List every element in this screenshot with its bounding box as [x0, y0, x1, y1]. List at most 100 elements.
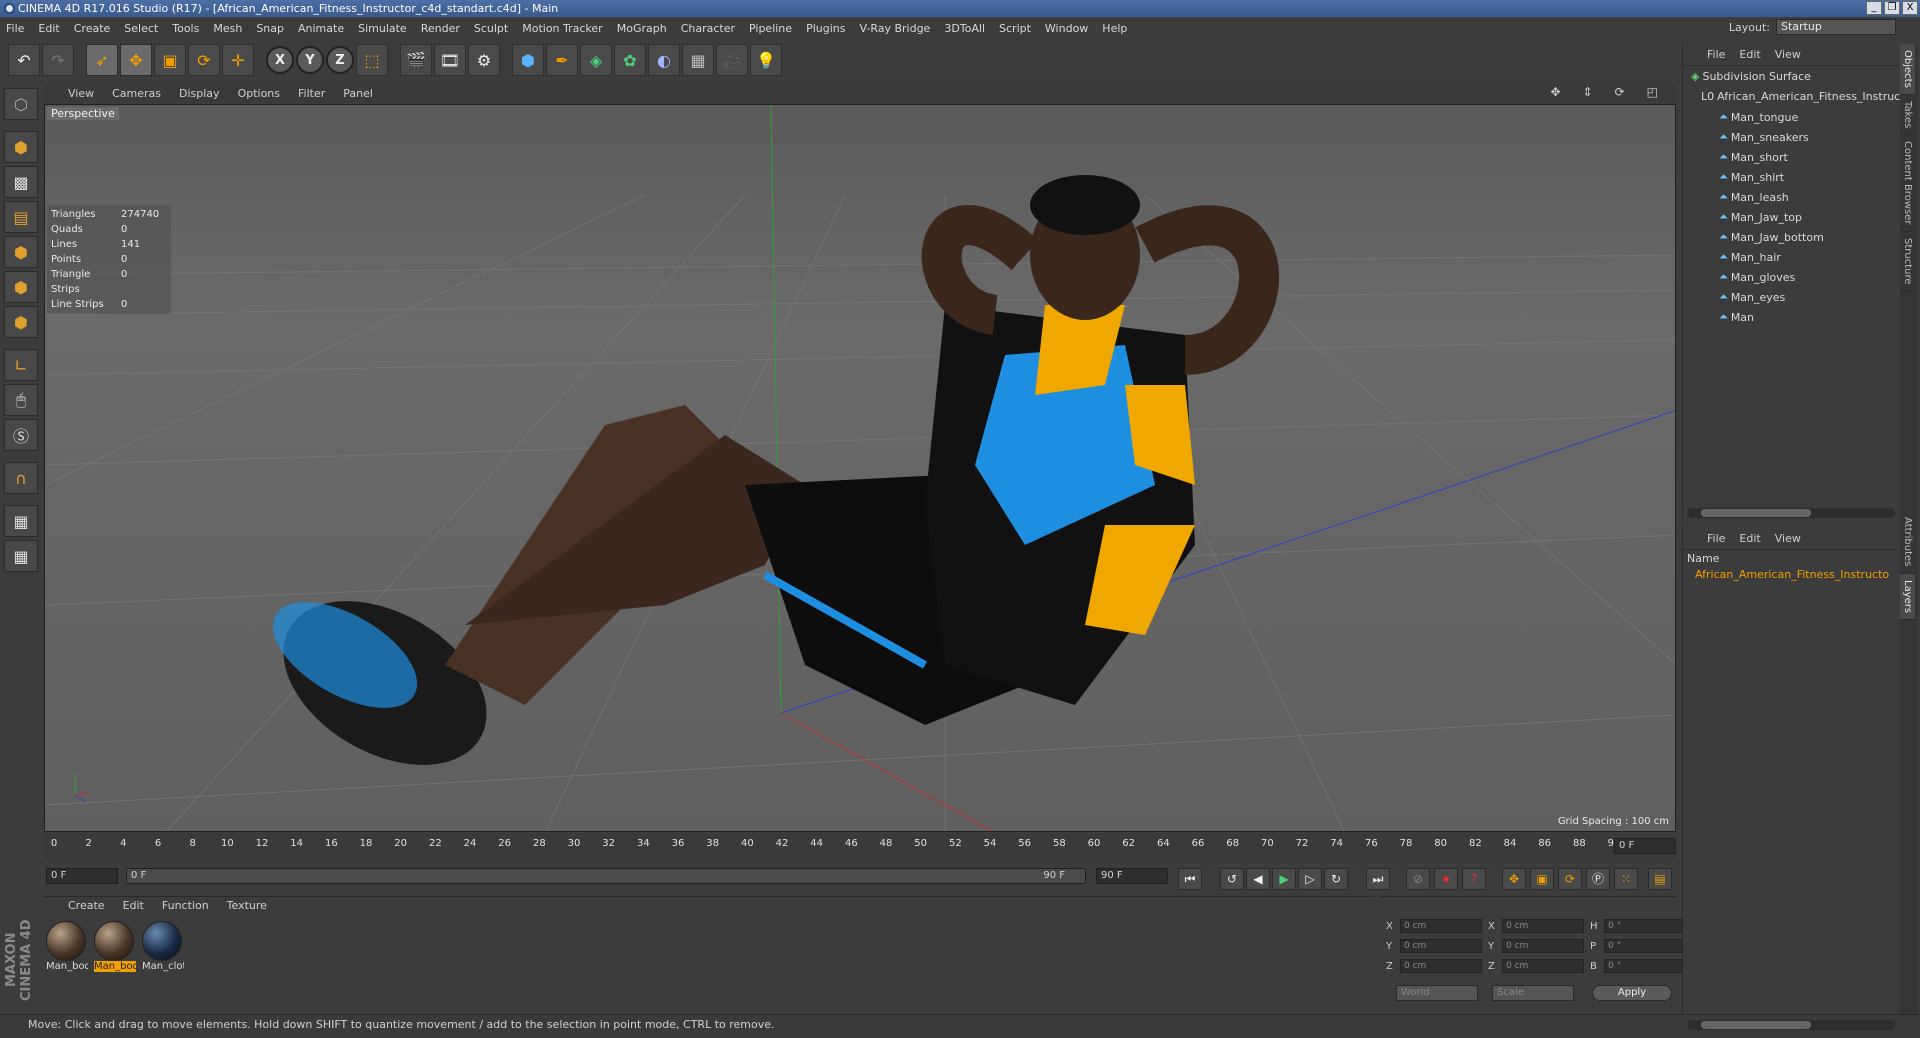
texture-mode-icon[interactable]: ▩	[4, 166, 38, 198]
cube-object-icon[interactable]: ⬢	[512, 44, 544, 76]
next-frame-icon[interactable]: ▷	[1298, 868, 1322, 890]
close-button[interactable]: X	[1902, 1, 1918, 15]
points-mode-icon[interactable]: ⬢	[4, 236, 38, 268]
timeline-window-icon[interactable]: ▤	[1648, 868, 1672, 890]
menu-create[interactable]: Create	[74, 22, 111, 35]
object-menu-edit[interactable]: Edit	[1739, 48, 1760, 61]
material-menu-function[interactable]: Function	[162, 899, 209, 912]
floor-icon[interactable]: ▦	[682, 44, 714, 76]
layer-item[interactable]: African_American_Fitness_Instructo	[1695, 568, 1889, 581]
edges-mode-icon[interactable]: ⬢	[4, 271, 38, 303]
tree-item-subdivision-surface[interactable]: ◈ Subdivision Surface	[1691, 70, 1811, 83]
start-frame-field[interactable]: 0 F	[46, 868, 118, 884]
pen-spline-icon[interactable]: ✒	[546, 44, 578, 76]
tree-item-object[interactable]: ⏶ Man_gloves	[1719, 270, 1795, 284]
material-swatch[interactable]: Man_clot	[142, 921, 184, 972]
material-menu-edit[interactable]: Edit	[123, 899, 144, 912]
transform-icon[interactable]: ✛	[222, 44, 254, 76]
subdivision-icon[interactable]: ◈	[580, 44, 612, 76]
menu-file[interactable]: File	[6, 22, 24, 35]
tab-structure[interactable]: Structure	[1900, 232, 1915, 292]
key-parameter-icon[interactable]: Ⓟ	[1586, 868, 1610, 890]
current-frame-field[interactable]: 0 F	[1614, 838, 1676, 854]
tree-item-object[interactable]: ⏶ Man_leash	[1719, 190, 1789, 204]
grid-snap-icon[interactable]: ▦	[4, 540, 38, 572]
material-swatch[interactable]: Man_bod	[94, 921, 136, 972]
menu-tools[interactable]: Tools	[172, 22, 199, 35]
layer-manager-scrollbar[interactable]	[1687, 1020, 1895, 1030]
menu-snap[interactable]: Snap	[256, 22, 284, 35]
polygons-mode-icon[interactable]: ⬢	[4, 306, 38, 338]
tweak-mode-icon[interactable]: 🖱	[4, 384, 38, 416]
viewport-menu-view[interactable]: View	[68, 87, 94, 100]
size-x-field[interactable]: 0 cm	[1502, 919, 1584, 933]
orbit-icon[interactable]: ⟳	[1615, 85, 1625, 99]
scale-icon[interactable]: ▣	[154, 44, 186, 76]
model-mode-icon[interactable]: ⬢	[4, 131, 38, 163]
object-menu-view[interactable]: View	[1775, 48, 1801, 61]
menu-mograph[interactable]: MoGraph	[617, 22, 667, 35]
apply-button[interactable]: Apply	[1592, 985, 1672, 1001]
position-z-field[interactable]: 0 cm	[1400, 959, 1482, 973]
layout-dropdown[interactable]: Startup	[1776, 19, 1896, 35]
go-to-end-icon[interactable]: ⏭	[1366, 868, 1390, 890]
minimize-button[interactable]: _	[1866, 1, 1882, 15]
timeline-ruler[interactable]: 0 2 4 6 8 10 12 14 16 18 20 22 24 26 28 30 32 34 36 38 40 42 4…	[44, 834, 1676, 860]
menu-3dtoall[interactable]: 3DToAll	[944, 22, 985, 35]
tab-takes[interactable]: Takes	[1900, 95, 1915, 136]
viewport-camera-label[interactable]: Perspective	[47, 107, 119, 120]
menu-simulate[interactable]: Simulate	[358, 22, 407, 35]
zoom-icon[interactable]: ⇕	[1583, 85, 1593, 99]
render-view-icon[interactable]: 🎬	[400, 44, 432, 76]
layer-menu-edit[interactable]: Edit	[1739, 532, 1760, 545]
play-icon[interactable]: ▶	[1272, 868, 1296, 890]
mograph-cloner-icon[interactable]: ✿	[614, 44, 646, 76]
tree-item-group[interactable]: L0 African_American_Fitness_Instruct	[1701, 90, 1905, 103]
maximize-view-icon[interactable]: ◰	[1647, 85, 1658, 99]
position-y-field[interactable]: 0 cm	[1400, 939, 1482, 953]
scrollbar-thumb[interactable]	[1701, 1021, 1811, 1029]
rotation-b-field[interactable]: 0 °	[1604, 959, 1686, 973]
undo-icon[interactable]: ↶	[8, 44, 40, 76]
previous-frame-icon[interactable]: ◀	[1246, 868, 1270, 890]
menu-vray-bridge[interactable]: V-Ray Bridge	[859, 22, 930, 35]
coordinate-mode-dropdown[interactable]: World	[1396, 985, 1478, 1001]
size-z-field[interactable]: 0 cm	[1502, 959, 1584, 973]
tab-content-browser[interactable]: Content Browser	[1900, 135, 1915, 232]
menu-help[interactable]: Help	[1102, 22, 1127, 35]
menu-character[interactable]: Character	[681, 22, 735, 35]
menu-edit[interactable]: Edit	[38, 22, 59, 35]
record-active-icon[interactable]: ⊘	[1406, 868, 1430, 890]
previous-key-icon[interactable]: ↺	[1220, 868, 1244, 890]
viewport-menu-cameras[interactable]: Cameras	[112, 87, 161, 100]
key-scale-icon[interactable]: ▣	[1530, 868, 1554, 890]
keyframe-selection-icon[interactable]: ?	[1462, 868, 1486, 890]
tab-attributes[interactable]: Attributes	[1900, 511, 1915, 574]
rotate-icon[interactable]: ⟳	[188, 44, 220, 76]
key-pla-icon[interactable]: ⁙	[1614, 868, 1638, 890]
end-frame-field[interactable]: 90 F	[1096, 868, 1168, 884]
menu-pipeline[interactable]: Pipeline	[749, 22, 792, 35]
viewport-menu-display[interactable]: Display	[179, 87, 220, 100]
x-axis-lock-icon[interactable]: X	[266, 46, 294, 74]
rotation-h-field[interactable]: 0 °	[1604, 919, 1686, 933]
menu-mesh[interactable]: Mesh	[213, 22, 242, 35]
viewport-menu-filter[interactable]: Filter	[298, 87, 325, 100]
go-to-start-icon[interactable]: ⏮	[1178, 868, 1202, 890]
tree-item-object[interactable]: ⏶ Man_sneakers	[1719, 130, 1809, 144]
live-selection-icon[interactable]: ➶	[86, 44, 118, 76]
menu-motion-tracker[interactable]: Motion Tracker	[522, 22, 602, 35]
menu-sculpt[interactable]: Sculpt	[474, 22, 508, 35]
tree-item-object[interactable]: ⏶ Man_eyes	[1719, 290, 1785, 304]
autokey-icon[interactable]: ⏺	[1434, 868, 1458, 890]
coordinate-system-icon[interactable]: ⬚	[356, 44, 388, 76]
scrollbar-thumb[interactable]	[1701, 509, 1811, 517]
rotation-p-field[interactable]: 0 °	[1604, 939, 1686, 953]
tree-item-object[interactable]: ⏶ Man_hair	[1719, 250, 1781, 264]
next-key-icon[interactable]: ↻	[1324, 868, 1348, 890]
viewport-menu-panel[interactable]: Panel	[343, 87, 373, 100]
tab-layers[interactable]: Layers	[1900, 573, 1915, 620]
tab-objects[interactable]: Objects	[1900, 44, 1915, 95]
redo-icon[interactable]: ↷	[42, 44, 74, 76]
tree-item-object[interactable]: ⏶ Man	[1719, 310, 1754, 324]
